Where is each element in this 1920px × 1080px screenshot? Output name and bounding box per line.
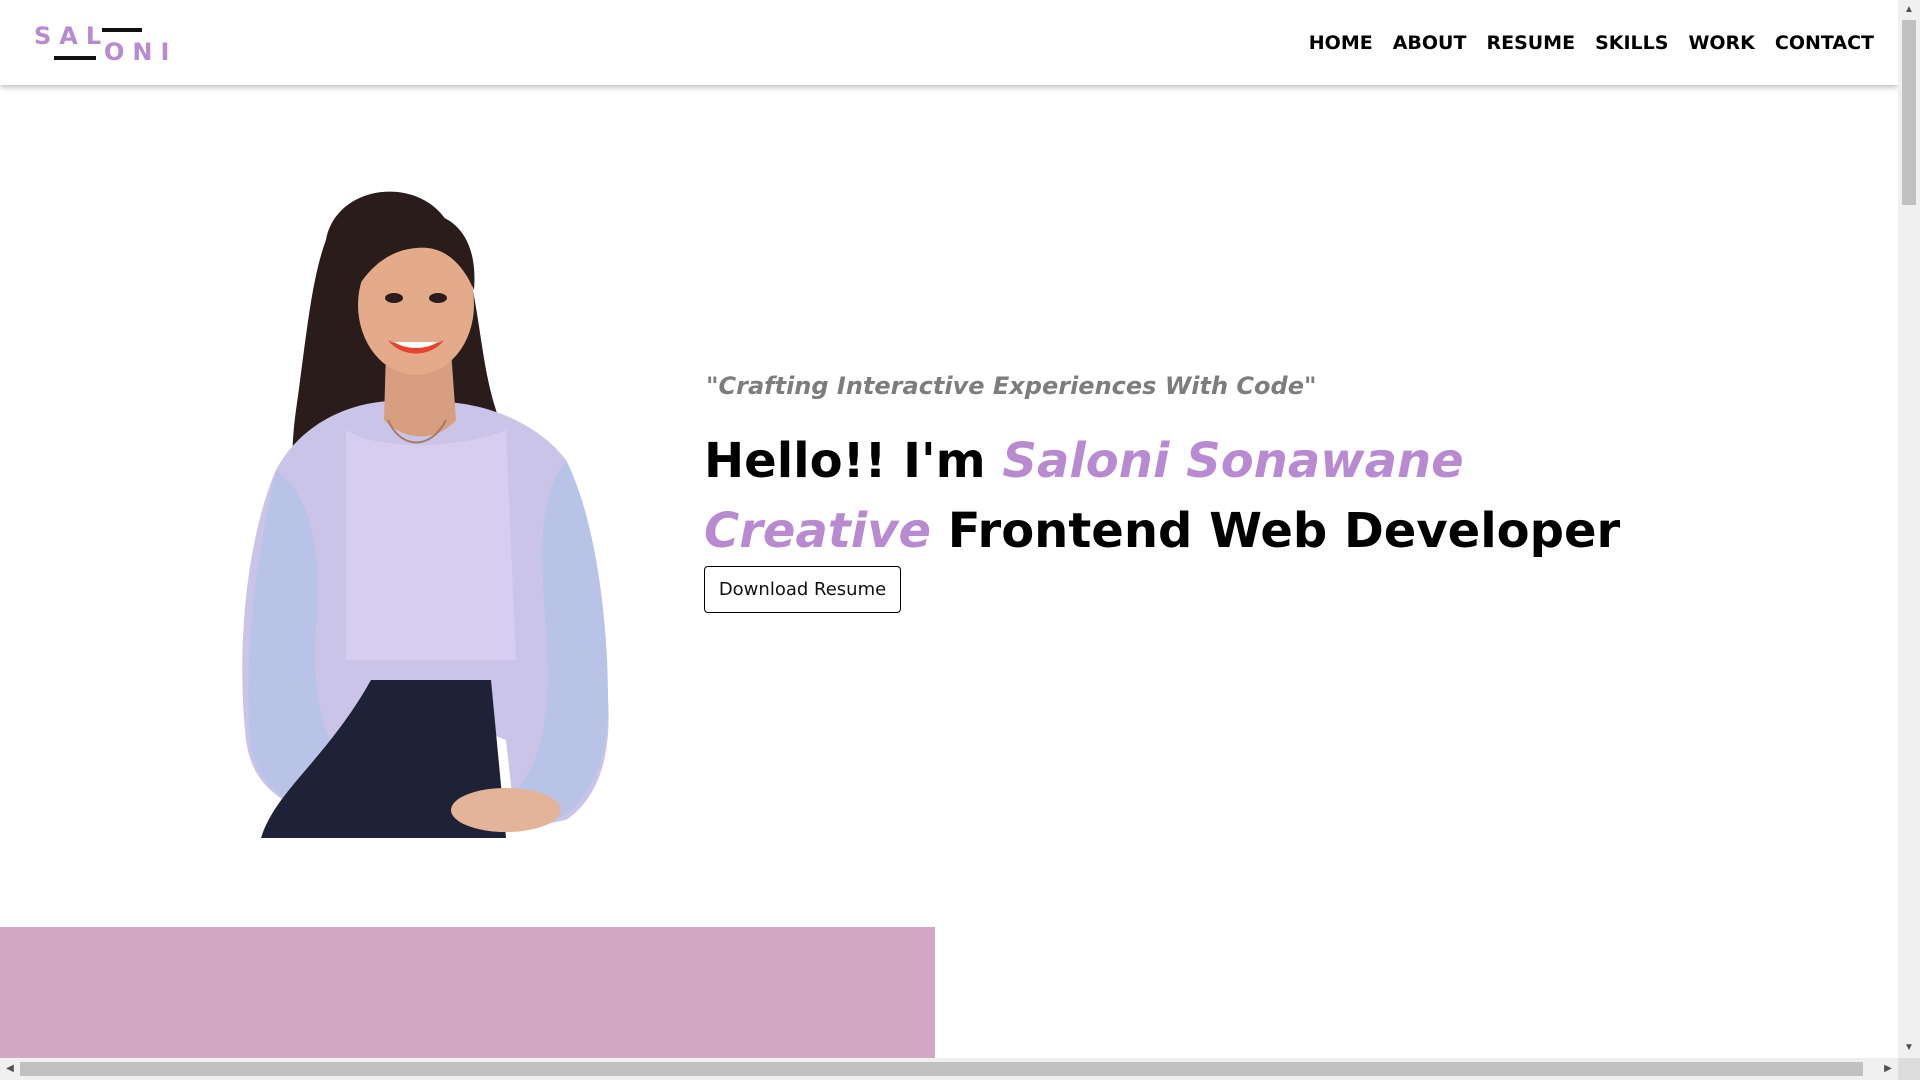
hero-headline: Hello!! I'm Saloni Sonawane Creative Fro… [704, 426, 1620, 566]
download-resume-button[interactable]: Download Resume [704, 566, 901, 613]
nav-contact-link[interactable]: CONTACT [1775, 32, 1874, 54]
nav-links: HOME ABOUT RESUME SKILLS WORK CONTACT [1309, 0, 1874, 85]
eye-left [385, 293, 403, 303]
hero-greeting: Hello!! I'm [704, 433, 1003, 489]
hero-tagline: "Crafting Interactive Experiences With C… [706, 372, 1317, 400]
logo-bar-bottom [54, 56, 96, 60]
vertical-scroll-thumb[interactable] [1902, 20, 1916, 205]
section-pink-block [0, 927, 935, 1058]
nav-skills-link[interactable]: SKILLS [1595, 32, 1668, 54]
blouse-front [346, 430, 516, 660]
nav-about-link[interactable]: ABOUT [1393, 32, 1467, 54]
chevron-right-icon[interactable]: ▶ [1878, 1058, 1898, 1080]
hero-name: Saloni Sonawane [1002, 433, 1464, 489]
profile-photo [242, 191, 609, 838]
logo-top-text: SAL [34, 22, 110, 50]
navbar: SAL ONI HOME ABOUT RESUME SKILLS WORK CO… [0, 0, 1898, 85]
chevron-up-icon[interactable]: ▲ [1898, 0, 1920, 20]
logo[interactable]: SAL ONI [34, 20, 169, 66]
nav-home-link[interactable]: HOME [1309, 32, 1373, 54]
hands [451, 788, 561, 832]
nav-resume-link[interactable]: RESUME [1486, 32, 1575, 54]
hero-creative: Creative [704, 503, 932, 559]
nav-work-link[interactable]: WORK [1688, 32, 1754, 54]
vertical-scrollbar[interactable]: ▲ ▼ [1898, 0, 1920, 1058]
page-viewport: SAL ONI HOME ABOUT RESUME SKILLS WORK CO… [0, 0, 1898, 1058]
chevron-left-icon[interactable]: ◀ [0, 1058, 20, 1080]
logo-bar-top [102, 28, 142, 32]
chevron-down-icon[interactable]: ▼ [1898, 1038, 1920, 1058]
eye-right [429, 293, 447, 303]
horizontal-scroll-thumb[interactable] [20, 1062, 1863, 1076]
scrollbar-corner [1898, 1058, 1920, 1080]
horizontal-scrollbar[interactable]: ◀ ▶ [0, 1058, 1898, 1080]
hero-role: Frontend Web Developer [931, 503, 1621, 559]
logo-bottom-text: ONI [104, 38, 178, 66]
